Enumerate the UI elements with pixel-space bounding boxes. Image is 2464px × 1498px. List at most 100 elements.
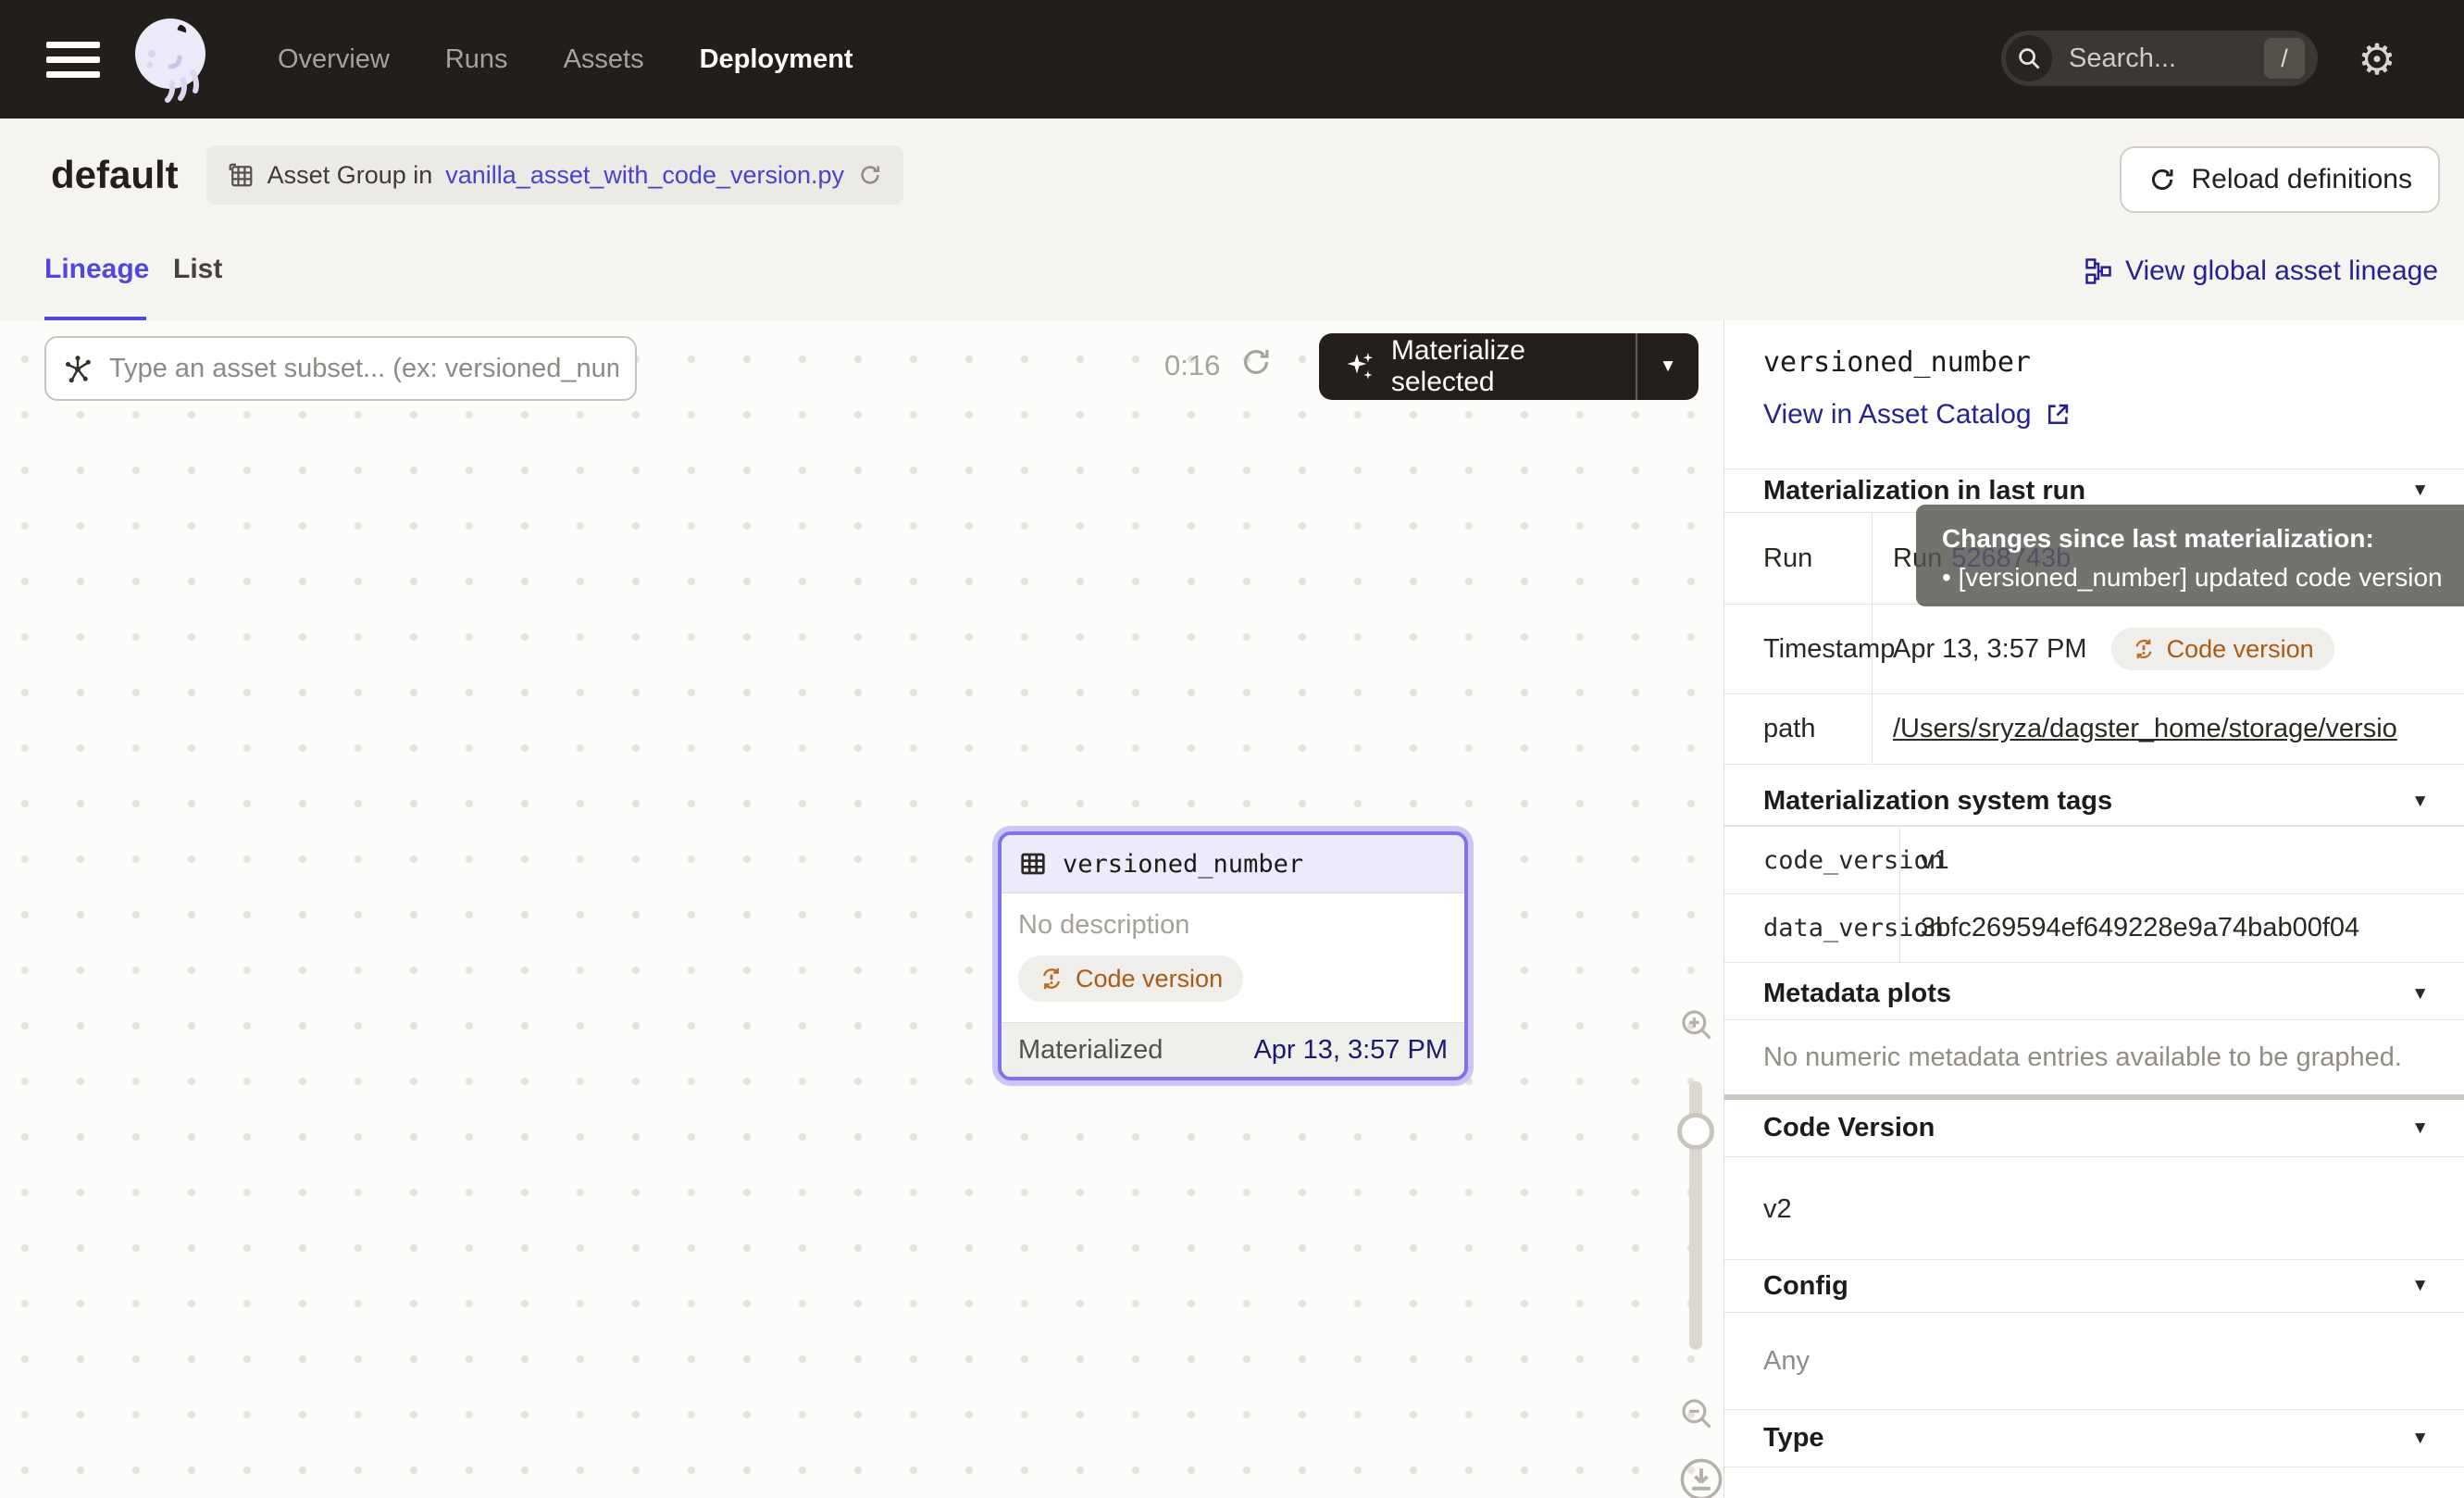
page-header: default Asset Group in vanilla_asset_wit… xyxy=(0,119,2464,231)
section-label: Code Version xyxy=(1763,1113,1935,1143)
nav-item-overview[interactable]: Overview xyxy=(278,44,390,75)
tab-lineage[interactable]: Lineage xyxy=(44,254,149,285)
zoom-in-icon[interactable] xyxy=(1677,1005,1716,1044)
panel-asset-title: versioned_number xyxy=(1763,346,2464,379)
asset-subset-filter[interactable] xyxy=(44,336,637,401)
nav-item-assets[interactable]: Assets xyxy=(564,44,644,75)
asset-subset-icon xyxy=(61,352,94,385)
row-path-label: path xyxy=(1724,694,1873,764)
panel-header: versioned_number View in Asset Catalog xyxy=(1724,320,2464,468)
materialize-selected-label: Materialize selected xyxy=(1391,335,1636,398)
tag-label: code_version xyxy=(1724,827,1900,893)
code-version-badge: Code version xyxy=(2111,628,2334,670)
code-version-value: v2 xyxy=(1724,1157,2464,1259)
reload-definitions-button[interactable]: Reload definitions xyxy=(2120,146,2441,213)
config-value: Any xyxy=(1724,1313,2464,1409)
download-image-icon[interactable] xyxy=(1677,1455,1725,1498)
asset-node-description: No description xyxy=(1018,910,1448,941)
nav-item-deployment[interactable]: Deployment xyxy=(700,44,853,75)
section-label: Metadata plots xyxy=(1763,979,1951,1009)
nav-links: Overview Runs Assets Deployment xyxy=(278,44,853,75)
section-type[interactable]: Type ▼ xyxy=(1724,1409,2464,1467)
row-code-version-tag: code_version v1 xyxy=(1724,826,2464,893)
lineage-graph-icon xyxy=(2084,257,2112,285)
section-label: Materialization in last run xyxy=(1763,476,2085,506)
search-input[interactable] xyxy=(2067,43,2228,75)
asset-subset-input[interactable] xyxy=(107,353,620,385)
menu-icon[interactable] xyxy=(46,37,104,81)
search-bar[interactable]: / xyxy=(2001,31,2318,86)
search-shortcut-key: / xyxy=(2264,38,2305,79)
lineage-canvas[interactable]: 0:16 Materialize selected ▼ xyxy=(0,320,1724,1498)
nav-item-runs[interactable]: Runs xyxy=(445,44,508,75)
changes-tooltip: Changes since last materialization: • [v… xyxy=(1916,505,2464,606)
view-global-asset-lineage-link[interactable]: View global asset lineage xyxy=(2084,256,2438,287)
dagster-logo-icon[interactable] xyxy=(128,13,213,106)
materialized-label: Materialized xyxy=(1018,1035,1163,1066)
tab-list[interactable]: List xyxy=(173,254,222,285)
row-path: path /Users/sryza/dagster_home/storage/v… xyxy=(1724,693,2464,765)
tag-label: data_version xyxy=(1724,894,1900,962)
materialize-dropdown-button[interactable]: ▼ xyxy=(1637,333,1699,400)
materialize-selected-main[interactable]: Materialize selected xyxy=(1319,333,1636,400)
path-link[interactable]: /Users/sryza/dagster_home/storage/versio xyxy=(1893,714,2397,744)
section-label: Materialization system tags xyxy=(1763,786,2112,817)
asset-group-file-link[interactable]: vanilla_asset_with_code_version.py xyxy=(445,161,844,190)
page-title: default xyxy=(51,153,179,197)
section-materialization-system-tags[interactable]: Materialization system tags ▼ xyxy=(1724,778,2464,826)
asset-node-header: versioned_number xyxy=(1002,835,1464,893)
refresh-icon[interactable] xyxy=(857,162,883,188)
materialize-sparkle-icon xyxy=(1343,350,1376,383)
section-label: Type xyxy=(1763,1423,1824,1454)
asset-group-pill: Asset Group in vanilla_asset_with_code_v… xyxy=(206,145,903,205)
code-version-icon xyxy=(1039,966,1064,992)
reload-definitions-label: Reload definitions xyxy=(2192,164,2413,195)
asset-group-label: Asset Group in xyxy=(268,161,433,190)
code-version-badge: Code version xyxy=(1018,955,1243,1002)
collapse-caret-icon[interactable]: ▼ xyxy=(2411,1429,2429,1449)
refresh-canvas-icon[interactable] xyxy=(1238,344,1274,380)
row-run-label: Run xyxy=(1724,513,1873,604)
asset-node-footer: Materialized Apr 13, 3:57 PM xyxy=(1002,1022,1464,1077)
timestamp-value: Apr 13, 3:57 PM xyxy=(1893,634,2087,665)
view-global-asset-lineage-label: View global asset lineage xyxy=(2125,256,2438,287)
tag-value: 3bfc269594ef649228e9a74bab00f04 xyxy=(1900,894,2464,962)
tooltip-item: • [versioned_number] updated code versio… xyxy=(1942,562,2464,593)
asset-node-body: No description Code version xyxy=(1002,893,1464,1022)
tab-bar: Lineage List View global asset lineage xyxy=(0,231,2464,321)
view-in-asset-catalog-link[interactable]: View in Asset Catalog xyxy=(1763,399,2464,431)
row-timestamp: Timestamp Apr 13, 3:57 PM Code version xyxy=(1724,604,2464,693)
collapse-caret-icon[interactable]: ▼ xyxy=(2411,481,2429,501)
table-icon xyxy=(1018,849,1048,879)
collapse-caret-icon[interactable]: ▼ xyxy=(2411,984,2429,1005)
asset-node-versioned-number[interactable]: versioned_number No description Code ver… xyxy=(998,831,1468,1080)
refresh-timer: 0:16 xyxy=(1164,349,1220,382)
tooltip-title: Changes since last materialization: xyxy=(1942,523,2464,555)
gear-icon[interactable]: ⚙ xyxy=(2351,33,2403,85)
section-code-version[interactable]: Code Version ▼ xyxy=(1724,1100,2464,1157)
section-config[interactable]: Config ▼ xyxy=(1724,1259,2464,1313)
row-timestamp-value: Apr 13, 3:57 PM Code version xyxy=(1873,605,2464,693)
zoom-out-icon[interactable] xyxy=(1677,1394,1716,1433)
external-link-icon xyxy=(2045,402,2071,428)
view-in-asset-catalog-label: View in Asset Catalog xyxy=(1763,399,2032,431)
section-metadata-plots[interactable]: Metadata plots ▼ xyxy=(1724,968,2464,1020)
row-timestamp-label: Timestamp xyxy=(1724,605,1873,693)
section-label: Config xyxy=(1763,1271,1848,1302)
code-version-badge-label: Code version xyxy=(2167,635,2314,664)
row-data-version-tag: data_version 3bfc269594ef649228e9a74bab0… xyxy=(1724,893,2464,963)
asset-node-title: versioned_number xyxy=(1063,850,1303,879)
asset-sidebar: versioned_number View in Asset Catalog M… xyxy=(1724,320,2464,1498)
reload-icon xyxy=(2147,165,2177,194)
collapse-caret-icon[interactable]: ▼ xyxy=(2411,792,2429,812)
collapse-caret-icon[interactable]: ▼ xyxy=(2411,1276,2429,1296)
collapse-caret-icon[interactable]: ▼ xyxy=(2411,1118,2429,1139)
metadata-plots-empty-text: No numeric metadata entries available to… xyxy=(1724,1020,2464,1094)
materialize-selected-button[interactable]: Materialize selected ▼ xyxy=(1319,333,1699,400)
dagster-app: Overview Runs Assets Deployment / ⚙ defa… xyxy=(0,0,2464,1498)
zoom-slider-handle[interactable] xyxy=(1677,1113,1714,1150)
materialized-timestamp-link[interactable]: Apr 13, 3:57 PM xyxy=(1253,1035,1448,1066)
tag-value: v1 xyxy=(1900,827,2464,893)
search-icon xyxy=(2006,35,2052,81)
code-version-icon xyxy=(2132,637,2156,661)
